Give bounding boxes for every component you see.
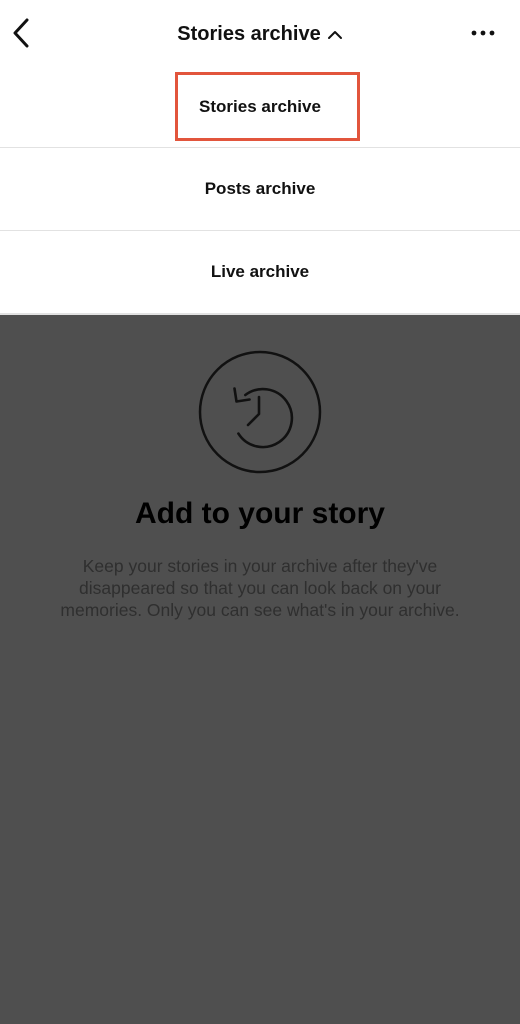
more-options-button[interactable] bbox=[468, 18, 498, 48]
menu-item-stories-archive[interactable]: Stories archive bbox=[0, 66, 520, 147]
menu-item-live-archive[interactable]: Live archive bbox=[0, 231, 520, 313]
menu-item-label: Posts archive bbox=[204, 179, 316, 198]
menu-item-label: Stories archive bbox=[199, 96, 321, 116]
top-nav-bar: Stories archive bbox=[0, 0, 520, 66]
history-icon bbox=[198, 350, 322, 474]
menu-item-label: Live archive bbox=[210, 262, 310, 281]
empty-state-description: Keep your stories in your archive after … bbox=[60, 556, 460, 620]
empty-state: Add to your story Keep your stories in y… bbox=[0, 315, 520, 1024]
chevron-up-icon bbox=[327, 30, 343, 40]
archive-dropdown-menu: Stories archive Posts archive Live archi… bbox=[0, 66, 520, 315]
menu-item-posts-archive[interactable]: Posts archive bbox=[0, 148, 520, 230]
page-title: Stories archive bbox=[177, 22, 321, 45]
empty-state-title: Add to your story bbox=[134, 497, 385, 530]
more-horizontal-icon bbox=[471, 30, 495, 36]
archive-type-selector[interactable]: Stories archive bbox=[0, 20, 520, 48]
